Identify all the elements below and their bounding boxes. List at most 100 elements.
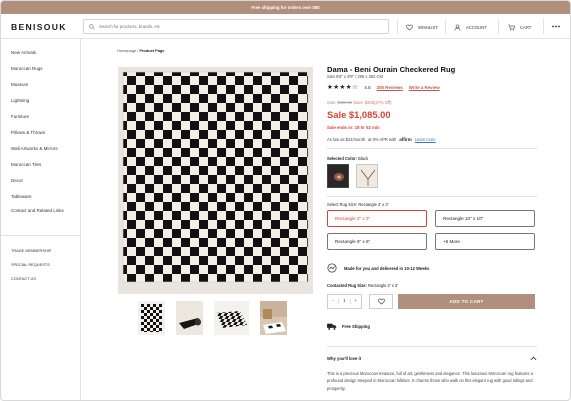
was-price: $685.09 — [337, 100, 353, 105]
cart-link[interactable]: CART — [508, 22, 531, 32]
sidebar-item-moroccan-rugs[interactable]: Moroccan Rugs — [1, 61, 80, 77]
thumbnail-rug-floor[interactable] — [214, 301, 249, 335]
was-label: Was: — [327, 100, 337, 105]
thumbnail-rug-rolled[interactable] — [176, 301, 203, 335]
sale-ends-timer: Sale ends in: 18 hr 52 min — [327, 125, 380, 130]
rating-value: 4.5 — [364, 85, 371, 90]
thumbnail-rug-room[interactable] — [260, 301, 287, 335]
header-divider — [543, 19, 544, 34]
rolled-rug-icon — [176, 301, 203, 335]
contacted-size-value: Rectangle 2' x 3' — [367, 283, 398, 288]
color-swatch-cream[interactable] — [356, 164, 378, 188]
search-icon — [89, 23, 95, 30]
checkered-rug-image — [118, 67, 313, 294]
sidebar-item-decor[interactable]: Decor — [1, 173, 80, 189]
truck-icon — [327, 323, 337, 330]
wishlist-link[interactable]: WISHLIST — [406, 22, 438, 32]
cart-icon — [508, 24, 515, 31]
sidebar-item-tableware[interactable]: Tableware — [1, 189, 80, 205]
sidebar-item-new-arrivals[interactable]: New Arrivals — [1, 45, 80, 61]
free-shipping-text: Free Shipping — [342, 324, 370, 329]
quantity-value[interactable]: 1 — [338, 299, 351, 304]
sidebar-item-furniture[interactable]: Furniture — [1, 109, 80, 125]
afford-prefix: As low as $24/month — [327, 137, 366, 142]
select-size-value: Rectangle 2' x 3' — [358, 202, 389, 207]
header-divider — [397, 19, 398, 34]
size-option-6x6[interactable]: Rectangle 6" x 6" — [327, 233, 427, 250]
learn-more-link[interactable]: Learn more — [415, 137, 436, 142]
product-rating: ★★★★☆ 4.5 205 Reviews Write a Review — [327, 84, 440, 91]
checkered-rug-icon — [141, 304, 162, 332]
color-swatch-black[interactable] — [327, 164, 349, 188]
why-love-it-toggle[interactable]: Why you'll love it — [327, 356, 537, 361]
page-frame: Free shipping for orders over $80 BENISO… — [0, 0, 571, 401]
breadcrumb: Homepage / Product Page — [117, 48, 164, 53]
heart-icon — [377, 298, 385, 305]
quantity-decrease-button[interactable]: - — [328, 299, 338, 304]
search-input[interactable] — [99, 24, 379, 29]
selected-color-value: Black — [358, 156, 369, 161]
section-divider — [327, 346, 537, 347]
reviews-link[interactable]: 205 Reviews — [377, 85, 403, 90]
black-rug-icon — [328, 165, 348, 187]
breadcrumb-home[interactable]: Homepage — [117, 48, 136, 53]
product-description: This is a precious Moroccan treasure, fu… — [327, 371, 533, 391]
thumbnail-rug-front[interactable] — [138, 301, 165, 335]
sidebar-item-museum[interactable]: Museum — [1, 77, 80, 93]
sidebar-divider — [1, 235, 80, 236]
sidebar-link-contact-us[interactable]: CONTACT US — [1, 272, 80, 286]
sidebar-item-contact-links[interactable]: Contact and Related Links — [1, 205, 71, 225]
add-to-wishlist-button[interactable] — [369, 294, 393, 309]
site-logo[interactable]: BENISOUK — [11, 22, 67, 32]
sidebar-link-special-requests[interactable]: SPECIAL REQUESTS — [1, 258, 80, 272]
wishlist-label: WISHLIST — [418, 24, 438, 30]
section-divider — [327, 196, 537, 197]
sidebar-item-moroccan-tiles[interactable]: Moroccan Tiles — [1, 157, 80, 173]
heart-icon — [406, 24, 413, 31]
room-scene-icon — [260, 301, 287, 335]
sidebar-link-trade-membership[interactable]: TRADE MEMBERSHIP — [1, 244, 80, 258]
search-bar[interactable] — [83, 19, 389, 34]
site-header: BENISOUK WISHLIST ACCOUNT CART — [1, 14, 570, 39]
category-sidebar: New Arrivals Moroccan Rugs Museum Lightn… — [1, 39, 81, 400]
free-shipping-info: Free Shipping — [327, 323, 370, 330]
write-review-link[interactable]: Write a Review — [409, 85, 440, 90]
sidebar-item-wall-artworks[interactable]: Wall Artworks & Mirrors — [1, 141, 80, 157]
product-thumbnails — [138, 301, 287, 335]
more-icon[interactable] — [552, 25, 560, 28]
sidebar-item-pillows-throws[interactable]: Pillows & Throws — [1, 125, 80, 141]
rating-stars: ★★★★☆ — [327, 84, 359, 91]
user-icon — [454, 24, 461, 30]
cart-label: CART — [520, 24, 532, 30]
sale-price: Sale $1,085.00 — [327, 109, 391, 120]
promo-banner: Free shipping for orders over $80 — [1, 1, 570, 14]
product-title: Dama - Beni Ourain Checkered Rug — [327, 65, 456, 74]
cream-rug-icon — [357, 165, 377, 187]
why-love-it-title: Why you'll love it — [327, 356, 362, 361]
chevron-up-icon — [530, 356, 537, 361]
quantity-increase-button[interactable]: + — [351, 299, 361, 304]
header-divider — [498, 19, 499, 34]
handmade-icon — [327, 263, 337, 273]
account-link[interactable]: ACCOUNT — [454, 22, 487, 32]
affirm-logo: affirm — [399, 137, 412, 142]
delivery-text: Made for you and delivered in 10-12 Week… — [344, 265, 430, 271]
breadcrumb-current: Product Page — [139, 48, 165, 53]
sidebar-item-lightning[interactable]: Lightning — [1, 93, 80, 109]
rug-floor-icon — [214, 301, 249, 335]
select-size-line: Select Rug Size: Rectangle 2' x 3' — [327, 202, 388, 207]
section-divider — [327, 148, 537, 149]
header-divider — [445, 19, 446, 34]
quantity-stepper[interactable]: - 1 + — [327, 294, 362, 309]
contacted-size-label: Contacted Rug Size: — [327, 283, 367, 288]
selected-color-line: Selected Color: Black — [327, 156, 368, 161]
size-option-10x10[interactable]: Rectangle 10" x 10" — [435, 210, 535, 227]
selected-color-label: Selected Color: — [327, 156, 358, 161]
product-main-image[interactable] — [118, 67, 313, 294]
add-to-cart-button[interactable]: ADD TO CART — [398, 294, 535, 309]
contacted-size-line: Contacted Rug Size: Rectangle 2' x 3' — [327, 283, 398, 288]
delivery-info: Made for you and delivered in 10-12 Week… — [327, 263, 429, 273]
size-option-2x3[interactable]: Rectangle 2" x 3" — [327, 210, 427, 227]
size-option-more[interactable]: +6 More — [435, 233, 535, 250]
affirm-financing: As low as $24/month at 0% APR with affir… — [327, 137, 436, 142]
